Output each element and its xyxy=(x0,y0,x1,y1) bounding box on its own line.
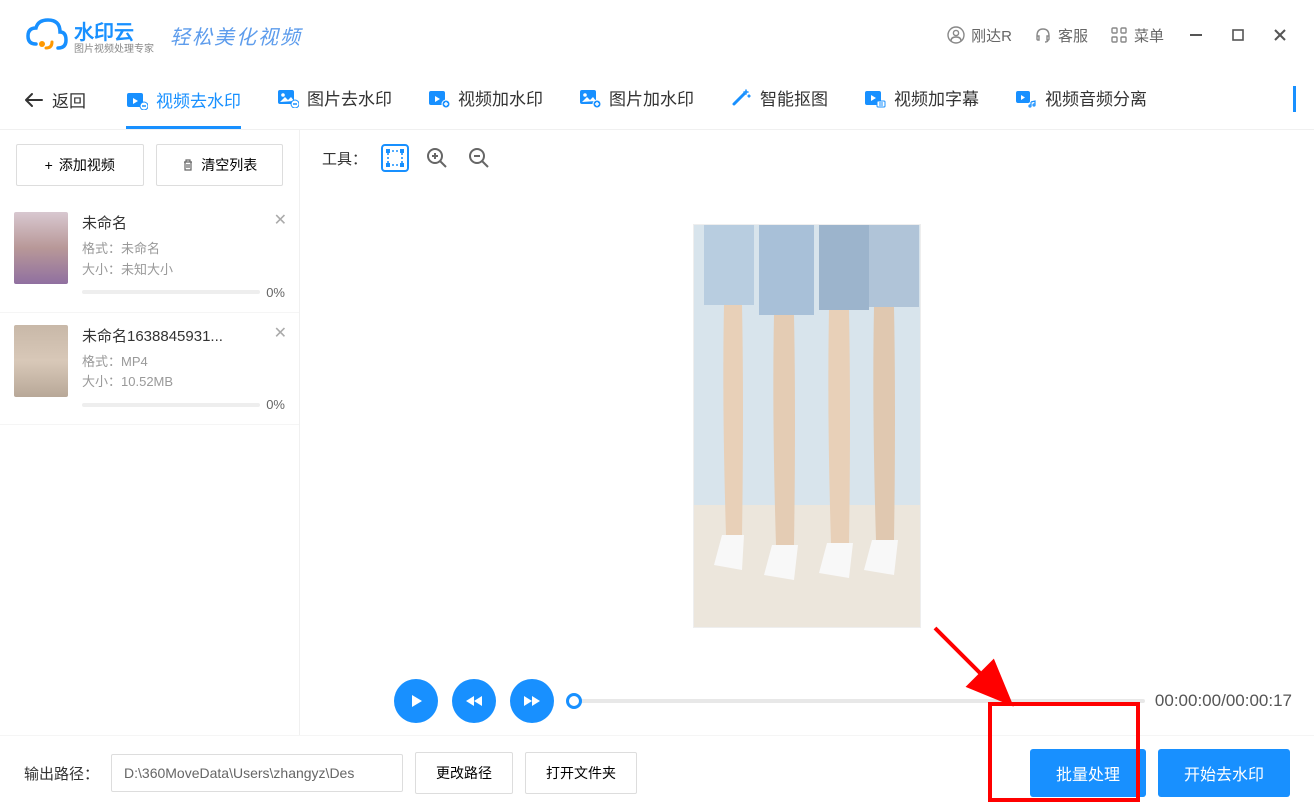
timeline-handle[interactable] xyxy=(566,693,582,709)
file-list: 未命名 格式：未命名 大小：未知大小 0% ✕ 未命名1638845931...… xyxy=(0,200,299,735)
add-video-button[interactable]: + 添加视频 xyxy=(16,144,144,186)
batch-process-button[interactable]: 批量处理 xyxy=(1030,749,1146,797)
file-format: 格式：未命名 xyxy=(82,239,285,260)
video-remove-icon xyxy=(126,90,148,110)
add-label: 添加视频 xyxy=(59,155,115,175)
nav-label: 图片加水印 xyxy=(609,85,694,110)
rewind-button[interactable] xyxy=(452,679,496,723)
selection-tool-button[interactable] xyxy=(381,144,409,172)
zoom-in-button[interactable] xyxy=(423,144,451,172)
tab-video-audio-separate[interactable]: 视频音频分离 xyxy=(1015,85,1147,114)
grid-icon xyxy=(1110,26,1128,44)
headset-icon xyxy=(1034,26,1052,44)
nav-more-indicator[interactable] xyxy=(1293,86,1296,112)
clear-list-button[interactable]: 清空列表 xyxy=(156,144,284,186)
nav-label: 智能抠图 xyxy=(760,85,828,110)
output-path-input[interactable] xyxy=(111,754,403,792)
zoom-out-button[interactable] xyxy=(465,144,493,172)
clear-label: 清空列表 xyxy=(201,155,257,175)
header-right: 刚达R 客服 菜单 xyxy=(947,25,1290,46)
plus-icon: + xyxy=(45,157,53,173)
file-name: 未命名 xyxy=(82,212,285,233)
open-folder-button[interactable]: 打开文件夹 xyxy=(525,752,637,794)
nav-label: 视频音频分离 xyxy=(1045,85,1147,110)
video-audio-icon xyxy=(1015,88,1037,108)
trash-icon xyxy=(181,158,195,172)
support-button[interactable]: 客服 xyxy=(1034,25,1088,46)
nav-label: 视频加字幕 xyxy=(894,85,979,110)
file-info: 未命名 格式：未命名 大小：未知大小 0% xyxy=(82,212,285,300)
tab-video-remove-watermark[interactable]: 视频去水印 xyxy=(126,87,241,129)
header-left: 水印云 图片视频处理专家 轻松美化视频 xyxy=(24,16,302,55)
time-display: 00:00:00/00:00:17 xyxy=(1155,691,1292,711)
toolbar: 工具： xyxy=(300,130,1314,186)
toolbar-label: 工具： xyxy=(322,148,367,169)
progress-bar xyxy=(82,403,260,407)
playback-controls: 00:00:00/00:00:17 xyxy=(300,665,1314,735)
file-format: 格式：MP4 xyxy=(82,352,285,373)
tab-smart-cutout[interactable]: 智能抠图 xyxy=(730,85,828,114)
user-label: 刚达R xyxy=(971,25,1012,46)
change-path-button[interactable]: 更改路径 xyxy=(415,752,513,794)
menu-label: 菜单 xyxy=(1134,25,1164,46)
tab-video-add-watermark[interactable]: 视频加水印 xyxy=(428,85,543,114)
file-info: 未命名1638845931... 格式：MP4 大小：10.52MB 0% xyxy=(82,325,285,413)
image-add-icon xyxy=(579,88,601,108)
menu-button[interactable]: 菜单 xyxy=(1110,25,1164,46)
file-progress: 0% xyxy=(82,285,285,300)
magic-wand-icon xyxy=(730,88,752,108)
nav-label: 视频去水印 xyxy=(156,87,241,112)
footer: 输出路径： 更改路径 打开文件夹 批量处理 开始去水印 xyxy=(0,735,1314,810)
remove-file-button[interactable]: ✕ xyxy=(274,323,287,343)
logo[interactable]: 水印云 图片视频处理专家 xyxy=(24,16,154,55)
support-label: 客服 xyxy=(1058,25,1088,46)
nav-label: 图片去水印 xyxy=(307,85,392,110)
file-item[interactable]: 未命名1638845931... 格式：MP4 大小：10.52MB 0% ✕ xyxy=(0,313,299,426)
user-button[interactable]: 刚达R xyxy=(947,25,1012,46)
timeline-slider[interactable] xyxy=(574,699,1145,703)
logo-icon xyxy=(24,18,68,52)
nav-bar: 返回 视频去水印 图片去水印 视频加水印 图片加水印 智能抠图 视频加字幕 视频… xyxy=(0,70,1314,130)
main-area: + 添加视频 清空列表 未命名 格式：未命名 大小：未知大小 0% xyxy=(0,130,1314,735)
remove-file-button[interactable]: ✕ xyxy=(274,210,287,230)
user-icon xyxy=(947,26,965,44)
file-name: 未命名1638845931... xyxy=(82,325,285,346)
logo-text: 水印云 xyxy=(74,22,134,44)
progress-percent: 0% xyxy=(266,397,285,412)
video-subtitle-icon xyxy=(864,88,886,108)
logo-subtitle: 图片视频处理专家 xyxy=(74,45,154,55)
maximize-button[interactable] xyxy=(1228,25,1248,45)
minimize-button[interactable] xyxy=(1186,25,1206,45)
fast-forward-button[interactable] xyxy=(510,679,554,723)
preview-area[interactable] xyxy=(300,186,1314,665)
file-thumbnail xyxy=(14,212,68,284)
timeline-wrap: 00:00:00/00:00:17 xyxy=(568,691,1292,711)
file-thumbnail xyxy=(14,325,68,397)
tab-image-add-watermark[interactable]: 图片加水印 xyxy=(579,85,694,114)
tab-video-subtitle[interactable]: 视频加字幕 xyxy=(864,85,979,114)
play-button[interactable] xyxy=(394,679,438,723)
file-progress: 0% xyxy=(82,397,285,412)
workspace: 工具： xyxy=(300,130,1314,735)
nav-label: 视频加水印 xyxy=(458,85,543,110)
progress-bar xyxy=(82,290,260,294)
video-add-icon xyxy=(428,88,450,108)
close-button[interactable] xyxy=(1270,25,1290,45)
app-header: 水印云 图片视频处理专家 轻松美化视频 刚达R 客服 菜单 xyxy=(0,0,1314,70)
back-button[interactable]: 返回 xyxy=(24,87,86,112)
image-remove-icon xyxy=(277,88,299,108)
sidebar: + 添加视频 清空列表 未命名 格式：未命名 大小：未知大小 0% xyxy=(0,130,300,735)
output-path-label: 输出路径： xyxy=(24,763,99,784)
start-remove-watermark-button[interactable]: 开始去水印 xyxy=(1158,749,1290,797)
file-size: 大小：未知大小 xyxy=(82,260,285,281)
tagline: 轻松美化视频 xyxy=(170,21,302,50)
sidebar-actions: + 添加视频 清空列表 xyxy=(0,130,299,200)
file-item[interactable]: 未命名 格式：未命名 大小：未知大小 0% ✕ xyxy=(0,200,299,313)
progress-percent: 0% xyxy=(266,285,285,300)
back-label: 返回 xyxy=(52,87,86,112)
file-size: 大小：10.52MB xyxy=(82,372,285,393)
tab-image-remove-watermark[interactable]: 图片去水印 xyxy=(277,85,392,114)
video-preview[interactable] xyxy=(693,224,921,628)
